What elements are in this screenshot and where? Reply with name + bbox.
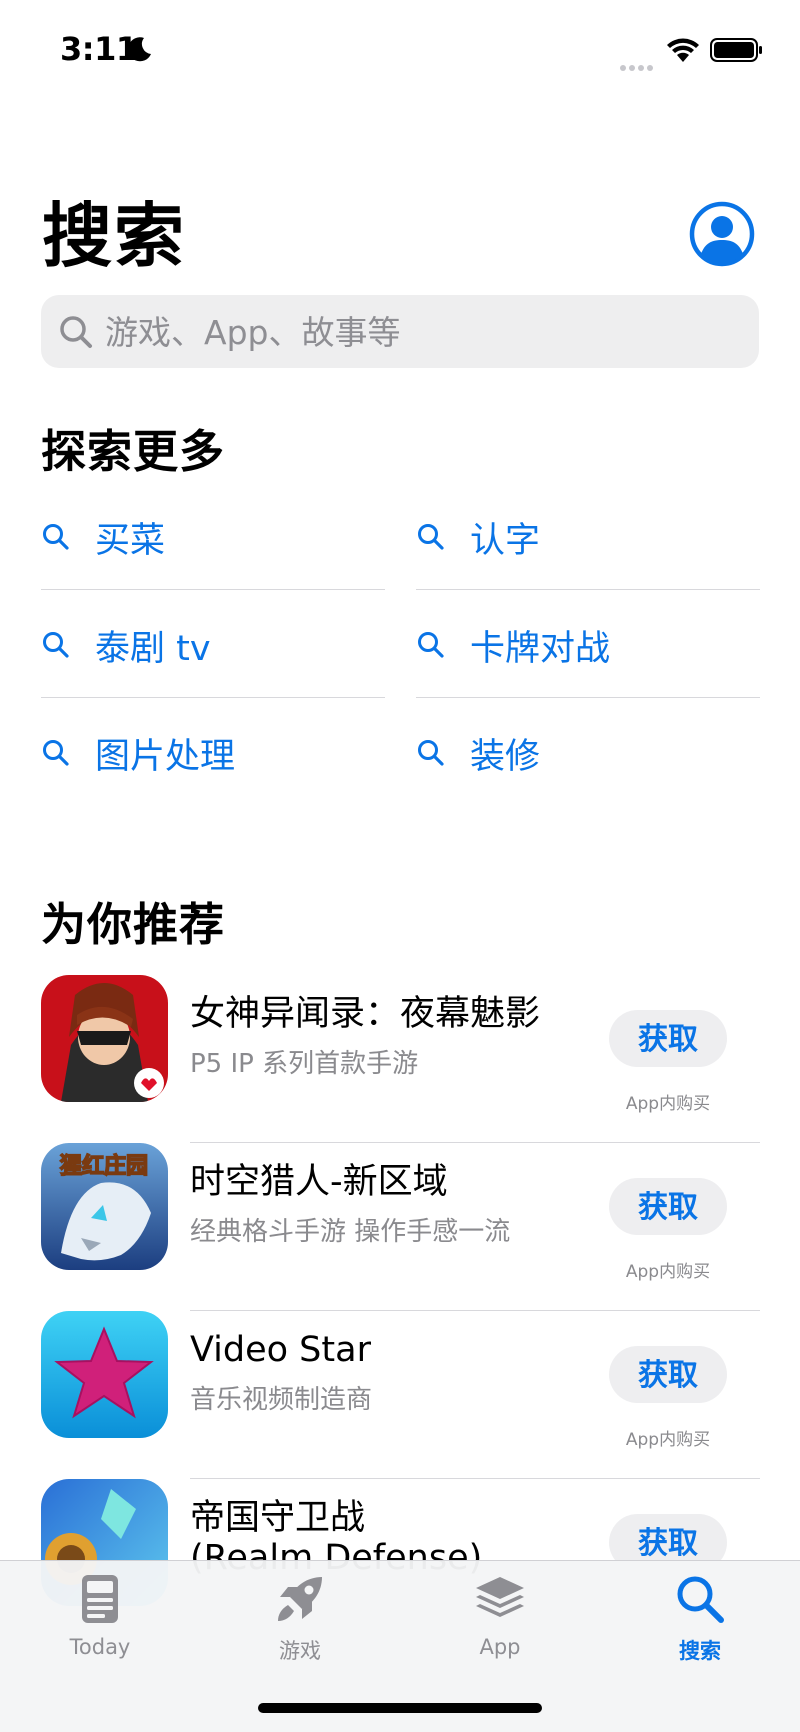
tab-today[interactable]: Today: [0, 1561, 200, 1671]
explore-item-label: 卡牌对战: [470, 629, 611, 669]
app-row-video-star[interactable]: Video Star 音乐视频制造商 获取 App内购买: [41, 1311, 760, 1479]
explore-item-buy-vegetables[interactable]: 买菜: [41, 482, 385, 590]
recommend-section-title: 为你推荐: [41, 898, 226, 951]
app-subtitle: P5 IP 系列首款手游: [190, 1049, 419, 1079]
home-indicator[interactable]: [258, 1703, 542, 1713]
app-name: 女神异闻录：夜幕魅影: [190, 994, 541, 1034]
search-icon: [418, 524, 444, 550]
app-name: 时空猎人-新区域: [190, 1162, 448, 1202]
account-avatar-icon[interactable]: [688, 200, 756, 268]
explore-item-label: 图片处理: [95, 737, 236, 777]
explore-item-photo-editing[interactable]: 图片处理: [41, 698, 385, 806]
in-app-purchase-label: App内购买: [625, 1430, 711, 1450]
status-bar: 3:11: [0, 0, 800, 100]
page-title: 搜索: [42, 195, 186, 277]
explore-item-label: 装修: [470, 737, 541, 777]
app-name: Video Star: [190, 1330, 371, 1370]
explore-section-title: 探索更多: [41, 425, 226, 478]
tab-games[interactable]: 游戏: [200, 1561, 400, 1671]
get-button[interactable]: 获取: [609, 1010, 727, 1067]
tab-label: 搜索: [679, 1639, 721, 1663]
app-subtitle: 经典格斗手游 操作手感一流: [190, 1217, 511, 1247]
explore-item-decoration[interactable]: 装修: [416, 698, 760, 806]
explore-item-learn-characters[interactable]: 认字: [416, 482, 760, 590]
icon-text: 猩红庄园: [59, 1153, 148, 1179]
in-app-purchase-label: App内购买: [625, 1094, 711, 1114]
persona5-app-icon: [41, 975, 168, 1102]
layers-icon: [476, 1577, 524, 1617]
wifi-icon: [667, 38, 699, 62]
tab-label: 游戏: [279, 1639, 321, 1663]
battery-icon: [710, 38, 762, 62]
tab-search[interactable]: 搜索: [600, 1561, 800, 1671]
tab-apps[interactable]: App: [400, 1561, 600, 1671]
app-subtitle: 音乐视频制造商: [190, 1385, 373, 1415]
search-input[interactable]: [103, 305, 737, 359]
search-bar[interactable]: [41, 295, 759, 368]
search-icon: [43, 524, 69, 550]
search-icon: [418, 740, 444, 766]
get-button[interactable]: 获取: [609, 1178, 727, 1235]
app-name: 帝国守卫战: [190, 1498, 366, 1538]
time-hunter-app-icon: 猩红庄园: [41, 1143, 168, 1270]
search-icon: [60, 316, 92, 348]
today-icon: [82, 1575, 118, 1623]
explore-item-label: 认字: [470, 521, 541, 561]
explore-item-label: 买菜: [95, 521, 166, 561]
moon-icon: [127, 37, 151, 62]
explore-item-thai-drama[interactable]: 泰剧 tv: [41, 590, 385, 698]
cellular-signal-icon: [620, 56, 656, 71]
app-row-time-hunter[interactable]: 猩红庄园 时空猎人-新区域 经典格斗手游 操作手感一流 获取 App内购买: [41, 1143, 760, 1311]
search-icon: [43, 632, 69, 658]
search-icon: [43, 740, 69, 766]
tab-label: App: [479, 1635, 521, 1659]
app-row-persona5[interactable]: 女神异闻录：夜幕魅影 P5 IP 系列首款手游 获取 App内购买: [41, 975, 760, 1143]
rocket-icon: [278, 1577, 322, 1621]
video-star-app-icon: [41, 1311, 168, 1438]
explore-item-label: 泰剧 tv: [95, 629, 211, 669]
get-button[interactable]: 获取: [609, 1346, 727, 1403]
search-icon: [418, 632, 444, 658]
in-app-purchase-label: App内购买: [625, 1262, 711, 1282]
search-icon: [677, 1576, 724, 1623]
explore-item-card-battle[interactable]: 卡牌对战: [416, 590, 760, 698]
tab-label: Today: [69, 1635, 131, 1659]
